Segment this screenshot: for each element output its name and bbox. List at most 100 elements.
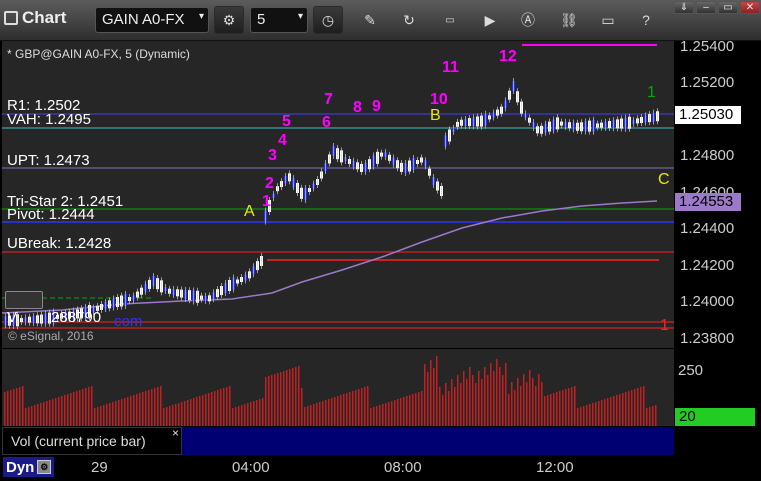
clock-icon[interactable]: ◷ xyxy=(313,6,343,34)
val-label: V 238790 xyxy=(7,309,101,326)
close-study-icon[interactable]: × xyxy=(172,426,179,440)
link-icon[interactable]: ⛓ xyxy=(556,6,582,34)
volume-bar xyxy=(217,390,219,426)
volume-bar xyxy=(547,395,549,426)
volume-bar xyxy=(358,389,360,426)
marker-6: 6 xyxy=(322,114,331,131)
ubreak-label: UBreak: 1.2428 xyxy=(7,235,112,252)
volume-bar xyxy=(199,396,201,426)
volume-bar xyxy=(49,400,51,426)
volume-bar xyxy=(253,401,255,426)
time-axis[interactable]: Dyn ⚙ xyxy=(0,455,761,481)
volume-bar xyxy=(289,369,291,426)
volume-bar xyxy=(43,402,45,426)
volume-bar xyxy=(448,391,450,426)
volume-bar xyxy=(610,397,612,426)
volume-bar xyxy=(334,397,336,426)
chevron-down-icon[interactable]: ▾ xyxy=(199,11,204,22)
volume-bar xyxy=(349,392,351,426)
dyn-label[interactable]: Dyn ⚙ xyxy=(3,457,55,477)
volume-bar xyxy=(586,405,588,426)
volume-bar xyxy=(370,408,372,426)
volume-bar xyxy=(109,403,111,426)
volume-label-text: Vol (current price bar) xyxy=(11,433,146,449)
time-tick: 29 xyxy=(91,459,108,476)
marker-b: B xyxy=(430,107,441,124)
comment-icon[interactable]: ▭ xyxy=(595,6,621,34)
volume-bar xyxy=(472,375,474,426)
volume-bar xyxy=(346,393,348,426)
volume-bar xyxy=(319,402,321,426)
settings-small-icon[interactable]: ⚙ xyxy=(37,460,52,474)
volume-bars xyxy=(4,356,657,426)
pencil-icon[interactable]: ✎ xyxy=(357,6,383,34)
marker-8: 8 xyxy=(353,99,362,116)
play-icon[interactable]: ▶ xyxy=(477,6,503,34)
alert-icon[interactable]: Ⓐ xyxy=(515,6,541,34)
volume-bar xyxy=(352,391,354,426)
volume-bar xyxy=(595,402,597,426)
upt-label: UPT: 1.2473 xyxy=(7,152,90,169)
volume-bar xyxy=(421,391,423,426)
volume-bar xyxy=(307,406,309,426)
volume-bar xyxy=(442,395,444,426)
volume-bar xyxy=(91,386,93,426)
volume-bar xyxy=(382,404,384,426)
pin-icon[interactable]: ⇓ xyxy=(674,1,694,14)
volume-bar xyxy=(316,403,318,426)
volume-bar xyxy=(556,392,558,426)
volume-bar xyxy=(40,403,42,426)
volume-bar xyxy=(505,363,507,426)
minimize-icon[interactable]: – xyxy=(696,1,716,14)
volume-bar xyxy=(229,386,231,426)
pivot-label: Pivot: 1.2444 xyxy=(7,206,95,223)
volume-bar xyxy=(583,406,585,426)
volume-bar xyxy=(625,392,627,426)
volume-bar xyxy=(292,368,294,426)
volume-bar xyxy=(619,394,621,426)
symbol-input[interactable]: GAIN A0-FX ▾ xyxy=(95,7,209,33)
price-tick: 1.23800 xyxy=(680,330,735,347)
volume-bar xyxy=(643,386,645,426)
copyright-label: © eSignal, 2016 xyxy=(8,329,94,343)
volume-bar xyxy=(202,395,204,426)
volume-bar xyxy=(397,399,399,426)
refresh-icon[interactable]: ↻ xyxy=(396,6,422,34)
volume-svg xyxy=(4,356,657,426)
volume-bar xyxy=(394,400,396,426)
volume-bar xyxy=(571,387,573,426)
marker-4: 4 xyxy=(278,132,287,149)
volume-chart[interactable] xyxy=(2,349,674,426)
volume-bar xyxy=(130,396,132,426)
volume-bar xyxy=(622,393,624,426)
interval-input[interactable]: 5 ▾ xyxy=(250,7,308,33)
volume-bar xyxy=(568,388,570,426)
volume-bar xyxy=(616,395,618,426)
volume-bar xyxy=(613,396,615,426)
volume-bar xyxy=(376,406,378,426)
marker-3: 3 xyxy=(268,147,277,164)
maximize-icon[interactable]: ▭ xyxy=(718,1,738,14)
close-icon[interactable]: ✕ xyxy=(740,1,760,14)
price-badge[interactable] xyxy=(5,291,43,309)
volume-bar xyxy=(193,398,195,426)
volume-bar xyxy=(361,388,363,426)
volume-bar xyxy=(652,406,654,426)
price-tick: 1.24800 xyxy=(680,147,735,164)
volume-bar xyxy=(517,378,519,426)
help-icon[interactable]: ? xyxy=(633,6,659,34)
marker-a: A xyxy=(244,203,255,220)
get-icon[interactable]: ▭ xyxy=(436,6,464,34)
volume-bar xyxy=(454,387,456,426)
volume-bar xyxy=(148,390,150,426)
settings-icon[interactable]: ⚙ xyxy=(214,6,244,34)
dyn-text: Dyn xyxy=(6,458,35,476)
marker-green-1: 1 xyxy=(647,84,656,101)
volume-study-label: Vol (current price bar) × xyxy=(2,426,182,455)
val-value: 2387 xyxy=(51,309,85,326)
volume-bar xyxy=(124,398,126,426)
volume-bar xyxy=(283,371,285,426)
chevron-down-icon[interactable]: ▾ xyxy=(298,11,303,22)
volume-bar xyxy=(118,400,120,426)
price-chart[interactable]: * GBP@GAIN A0-FX, 5 (Dynamic) R1: 1.2502… xyxy=(2,41,674,348)
